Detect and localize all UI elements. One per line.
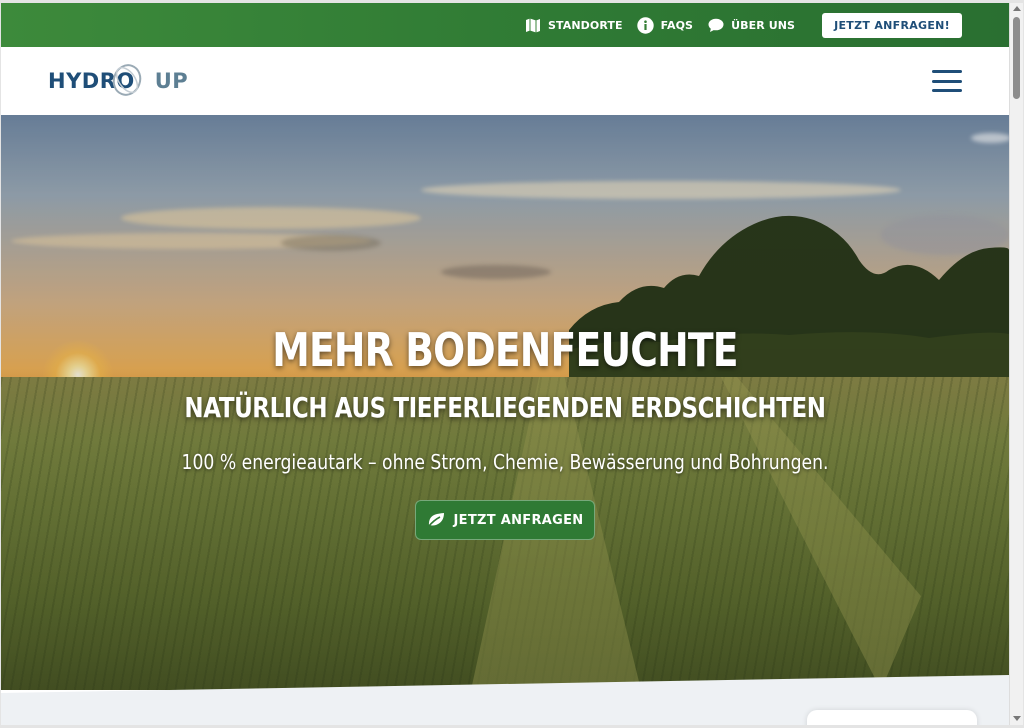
logo-text-up: UP: [154, 69, 189, 93]
topbar-link-ueber-uns[interactable]: ÜBER UNS: [707, 16, 795, 34]
hero-title: MEHR BODENFEUCHTE: [272, 323, 738, 377]
hero-text: 100 % energieautark – ohne Strom, Chemie…: [181, 450, 829, 474]
browser-window: STANDORTE FAQS ÜBER UNS JETZT ANFRAGEN! …: [0, 0, 1024, 728]
chat-bubble-icon: [707, 16, 725, 34]
hero-section: MEHR BODENFEUCHTE NATÜRLICH AUS TIEFERLI…: [1, 115, 1009, 690]
leaf-icon: [426, 512, 445, 528]
scrollbar-thumb[interactable]: [1013, 17, 1020, 99]
topbar-link-label: FAQS: [660, 18, 694, 32]
topbar-cta-button[interactable]: JETZT ANFRAGEN!: [822, 12, 962, 38]
vertical-scrollbar[interactable]: [1009, 3, 1023, 725]
topbar-link-standorte[interactable]: STANDORTE: [524, 16, 623, 34]
scroll-up-arrow-icon[interactable]: [1013, 6, 1021, 11]
top-bar: STANDORTE FAQS ÜBER UNS JETZT ANFRAGEN!: [1, 3, 1009, 47]
topbar-link-label: ÜBER UNS: [731, 18, 796, 32]
hamburger-menu-icon[interactable]: [932, 70, 962, 92]
content-card: [807, 710, 977, 725]
site-logo[interactable]: HYDRO UP: [48, 64, 189, 96]
hero-cta-button[interactable]: JETZT ANFRAGEN: [415, 500, 595, 540]
page-viewport: STANDORTE FAQS ÜBER UNS JETZT ANFRAGEN! …: [1, 3, 1009, 725]
topbar-link-label: STANDORTE: [547, 18, 623, 32]
scroll-down-arrow-icon[interactable]: [1013, 716, 1021, 721]
logo-swirl-icon: [110, 61, 144, 104]
hero-subtitle: NATÜRLICH AUS TIEFERLIEGENDEN ERDSCHICHT…: [184, 391, 826, 424]
hero-cta-label: JETZT ANFRAGEN: [453, 512, 584, 528]
info-icon: [637, 16, 655, 34]
map-icon: [524, 16, 542, 34]
hero-content: MEHR BODENFEUCHTE NATÜRLICH AUS TIEFERLI…: [1, 115, 1009, 690]
topbar-link-faqs[interactable]: FAQS: [637, 16, 693, 34]
site-header: HYDRO UP: [1, 47, 1009, 115]
